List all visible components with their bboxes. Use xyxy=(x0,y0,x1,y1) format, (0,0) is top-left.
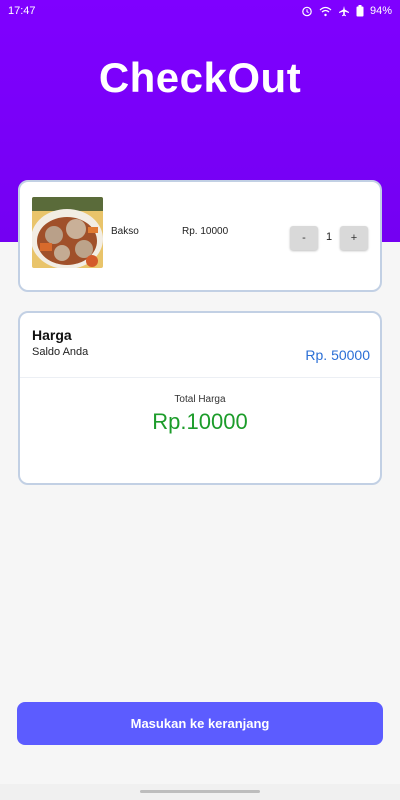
quantity-value: 1 xyxy=(325,231,333,243)
wifi-icon xyxy=(319,6,332,17)
airplane-icon xyxy=(338,5,350,17)
item-price: Rp. 10000 xyxy=(182,226,229,237)
item-name: Bakso xyxy=(111,226,139,237)
alarm-icon xyxy=(301,5,313,17)
home-gesture-handle[interactable] xyxy=(140,790,260,793)
page-title: CheckOut xyxy=(98,54,302,101)
divider xyxy=(20,377,380,378)
status-bar: 17:47 94% xyxy=(0,0,400,22)
navigation-bar xyxy=(0,784,400,800)
balance-value: Rp. 50000 xyxy=(305,347,370,363)
battery-icon xyxy=(356,5,364,17)
price-summary-card: Harga Saldo Anda Rp. 50000 Total Harga R… xyxy=(18,311,382,485)
increment-button[interactable]: + xyxy=(340,226,368,250)
balance-label: Saldo Anda xyxy=(32,346,89,358)
total-value: Rp.10000 xyxy=(152,409,248,434)
cart-item-card: Bakso Rp. 10000 - 1 + xyxy=(18,180,382,292)
total-label: Total Harga xyxy=(174,394,226,405)
price-heading: Harga xyxy=(32,327,72,343)
decrement-button[interactable]: - xyxy=(290,226,318,250)
battery-percentage: 94% xyxy=(369,5,392,17)
status-time: 17:47 xyxy=(8,5,36,17)
status-icons: 94% xyxy=(301,5,392,17)
add-to-cart-button[interactable]: Masukan ke keranjang xyxy=(17,702,383,745)
food-thumbnail xyxy=(32,197,103,268)
